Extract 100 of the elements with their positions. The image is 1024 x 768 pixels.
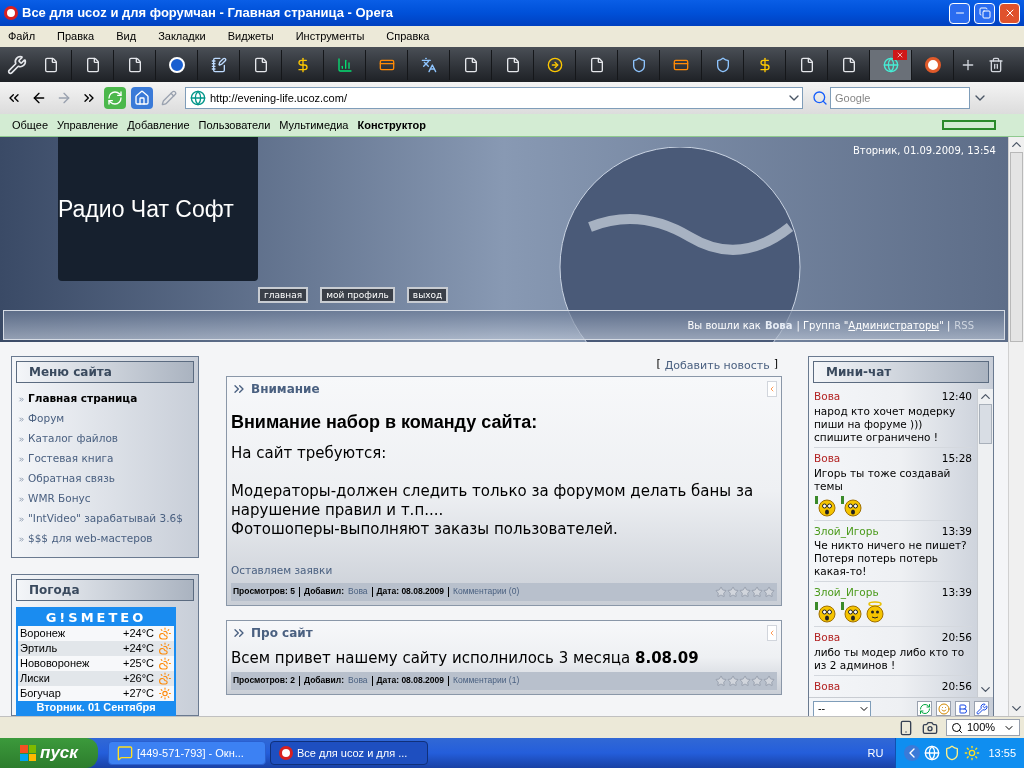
close-tab-icon[interactable]: [893, 49, 907, 60]
group-text: | Группа ": [796, 318, 849, 333]
star-icon[interactable]: [763, 585, 775, 598]
window-title: Все для ucoz и для форумчан - Главная страница - Opera: [22, 4, 395, 23]
shield-icon[interactable]: [944, 745, 961, 761]
star-icon[interactable]: [727, 674, 739, 687]
header-nav-button[interactable]: выход: [406, 287, 449, 303]
menu-item[interactable]: Вид: [116, 28, 137, 45]
scroll-thumb[interactable]: [979, 404, 992, 444]
admin-menu-item[interactable]: Пользователи: [198, 116, 271, 134]
camera-icon[interactable]: [922, 719, 938, 736]
close-button[interactable]: [999, 2, 1020, 24]
refresh-button[interactable]: [917, 701, 932, 716]
panel-title: Меню сайта: [29, 364, 112, 381]
chat-author[interactable]: Вова: [814, 450, 841, 467]
admin-menu-item[interactable]: Мультимедиа: [279, 116, 349, 134]
site-menu-link[interactable]: Каталог файлов: [28, 431, 118, 447]
bullet-icon: [18, 415, 25, 423]
panel-title: Мини-чат: [826, 364, 892, 381]
chat-author[interactable]: Вова: [814, 630, 841, 646]
expand-tray-icon[interactable]: [904, 745, 921, 761]
temperature: +24°C: [123, 641, 154, 657]
admin-menu-item[interactable]: Конструктор: [357, 116, 426, 134]
chat-author[interactable]: Вова: [814, 389, 841, 405]
notepad-icon: [210, 56, 227, 73]
author-link[interactable]: Вова: [348, 674, 368, 688]
add-news-link[interactable]: Добавить новость: [664, 356, 770, 376]
news-title[interactable]: Внимание: [251, 380, 767, 398]
address-field[interactable]: http://evening-life.ucoz.com/: [185, 87, 803, 109]
site-menu-link[interactable]: Обратная связь: [28, 471, 115, 487]
star-icon[interactable]: [715, 674, 727, 687]
bold-button[interactable]: [955, 701, 970, 716]
author-link[interactable]: Вова: [348, 585, 368, 599]
admin-menu-item[interactable]: Управление: [57, 116, 119, 134]
star-icon[interactable]: [739, 585, 751, 598]
menu-item[interactable]: Инструменты: [295, 28, 365, 45]
admin-menu-item[interactable]: Добавление: [127, 116, 190, 134]
site-menu-link[interactable]: WMR Бонус: [28, 491, 91, 507]
scroll-thumb[interactable]: [1010, 152, 1023, 342]
menu-item[interactable]: Справка: [386, 28, 430, 45]
restore-icon: [978, 7, 991, 19]
reload-button[interactable]: [104, 87, 126, 109]
star-icon[interactable]: [763, 674, 775, 687]
language-indicator[interactable]: RU: [867, 744, 884, 762]
bold-icon: [956, 702, 969, 715]
news-more-link[interactable]: Оставляем заявки: [231, 563, 333, 579]
site-menu-link[interactable]: $$$ для web-мастеров: [28, 531, 153, 547]
header-nav-button[interactable]: мой профиль: [320, 287, 395, 303]
start-button[interactable]: пуск: [0, 738, 98, 768]
site-menu-link[interactable]: "IntVideo" зарабатывай 3.6$: [28, 511, 183, 527]
refresh-icon: [918, 702, 931, 715]
comments-link[interactable]: Комментарии (0): [452, 585, 520, 599]
opera-logo-icon: [4, 6, 18, 20]
rating-stars[interactable]: [715, 674, 775, 687]
page-icon: [504, 56, 521, 73]
home-button[interactable]: [131, 87, 153, 109]
sun-icon[interactable]: [964, 745, 981, 761]
header-nav-button[interactable]: главная: [258, 287, 309, 303]
network-icon[interactable]: [924, 745, 941, 761]
chat-scrollbar[interactable]: [977, 389, 993, 697]
chat-select[interactable]: --: [813, 700, 871, 716]
news-title[interactable]: Про сайт: [251, 623, 767, 642]
page-scrollbar[interactable]: [1008, 137, 1024, 716]
chat-author[interactable]: Вова: [814, 678, 841, 695]
city-name: Нововоронеж: [20, 656, 91, 672]
menu-item[interactable]: Виджеты: [227, 28, 274, 45]
browser-tab[interactable]: [870, 49, 912, 80]
site-menu-link[interactable]: Главная страница: [28, 391, 138, 407]
star-icon[interactable]: [751, 585, 763, 598]
smiley-button[interactable]: [936, 701, 951, 716]
news-text: Модераторы-должен следить только за форумом делать баны за нарушение правил и т.п....: [231, 482, 755, 520]
taskbar-button[interactable]: Все для ucoz и для ...: [270, 741, 428, 765]
menu-item[interactable]: Закладки: [158, 28, 206, 45]
taskbar-button[interactable]: [449-571-793] - Окн...: [108, 741, 266, 765]
zoom-field[interactable]: 100%: [946, 719, 1020, 736]
search-engine-icon[interactable]: [812, 90, 828, 106]
star-icon[interactable]: [727, 585, 739, 598]
page-icon: [252, 56, 269, 73]
star-icon[interactable]: [751, 674, 763, 687]
rating-stars[interactable]: [715, 585, 775, 598]
sun-cloud-icon: [158, 672, 172, 685]
star-icon[interactable]: [715, 585, 727, 598]
restore-button[interactable]: [974, 2, 995, 24]
bracket: ]: [773, 356, 778, 372]
added-by-label: Добавил:: [303, 674, 344, 688]
admin-menu-item[interactable]: Общее: [12, 116, 49, 134]
search-field[interactable]: Google: [830, 87, 970, 109]
chat-message: Че никто ничего не пишет? Потеря потерь потерь какая-то!: [814, 539, 968, 579]
site-menu-link[interactable]: Гостевая книга: [28, 451, 114, 467]
star-icon[interactable]: [739, 674, 751, 687]
chat-author[interactable]: Злой_Игорь: [814, 523, 879, 540]
minimize-button[interactable]: [949, 2, 970, 24]
menu-item[interactable]: Файл: [8, 28, 36, 45]
sun-cloud-icon: [158, 642, 172, 655]
menu-item[interactable]: Правка: [57, 28, 95, 45]
slider-icon[interactable]: [942, 120, 996, 130]
chat-author[interactable]: Злой_Игорь: [814, 585, 879, 601]
device-icon[interactable]: [898, 719, 914, 736]
site-menu-link[interactable]: Форум: [28, 411, 65, 427]
comments-link[interactable]: Комментарии (1): [452, 674, 520, 688]
